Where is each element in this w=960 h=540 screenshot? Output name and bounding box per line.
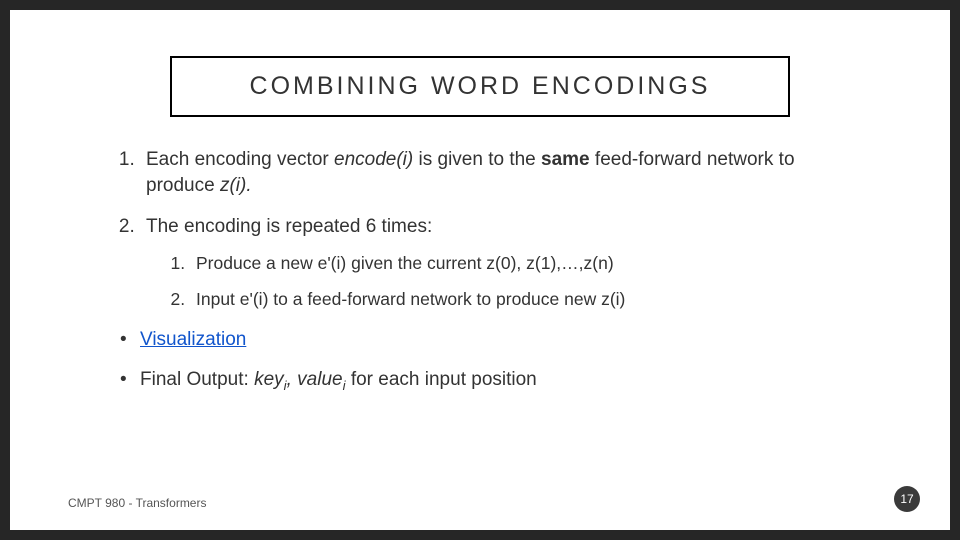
- list-item-2-1: Produce a new e'(i) given the current z(…: [190, 252, 852, 276]
- page-number-badge: 17: [894, 486, 920, 512]
- text: Each encoding vector: [146, 149, 334, 170]
- bullet-list: Visualization Final Output: keyi, valuei…: [114, 327, 852, 394]
- list-item-2-2: Input e'(i) to a feed-forward network to…: [190, 288, 852, 312]
- text: is given to the: [413, 149, 541, 170]
- bullet-final-output: Final Output: keyi, valuei for each inpu…: [118, 367, 852, 395]
- text-bold: same: [541, 149, 590, 170]
- slide-content: Each encoding vector encode(i) is given …: [68, 147, 892, 395]
- text: for each input position: [346, 369, 537, 390]
- slide-title: COMBINING WORD ENCODINGS: [182, 72, 778, 101]
- text: Final Output:: [140, 369, 254, 390]
- text-italic: key: [254, 369, 284, 390]
- nested-ordered-list: Produce a new e'(i) given the current z(…: [146, 252, 852, 311]
- visualization-link[interactable]: Visualization: [140, 329, 246, 350]
- ordered-list: Each encoding vector encode(i) is given …: [114, 147, 852, 311]
- list-item-1: Each encoding vector encode(i) is given …: [140, 147, 852, 198]
- title-box: COMBINING WORD ENCODINGS: [170, 56, 790, 117]
- slide: COMBINING WORD ENCODINGS Each encoding v…: [10, 10, 950, 530]
- text-italic: encode(i): [334, 149, 413, 170]
- list-item-2: The encoding is repeated 6 times: Produc…: [140, 214, 852, 311]
- text-italic: , value: [287, 369, 343, 390]
- bullet-visualization: Visualization: [118, 327, 852, 353]
- text: The encoding is repeated 6 times:: [146, 216, 432, 237]
- footer-text: CMPT 980 - Transformers: [68, 496, 206, 510]
- text-italic: z(i).: [220, 175, 252, 196]
